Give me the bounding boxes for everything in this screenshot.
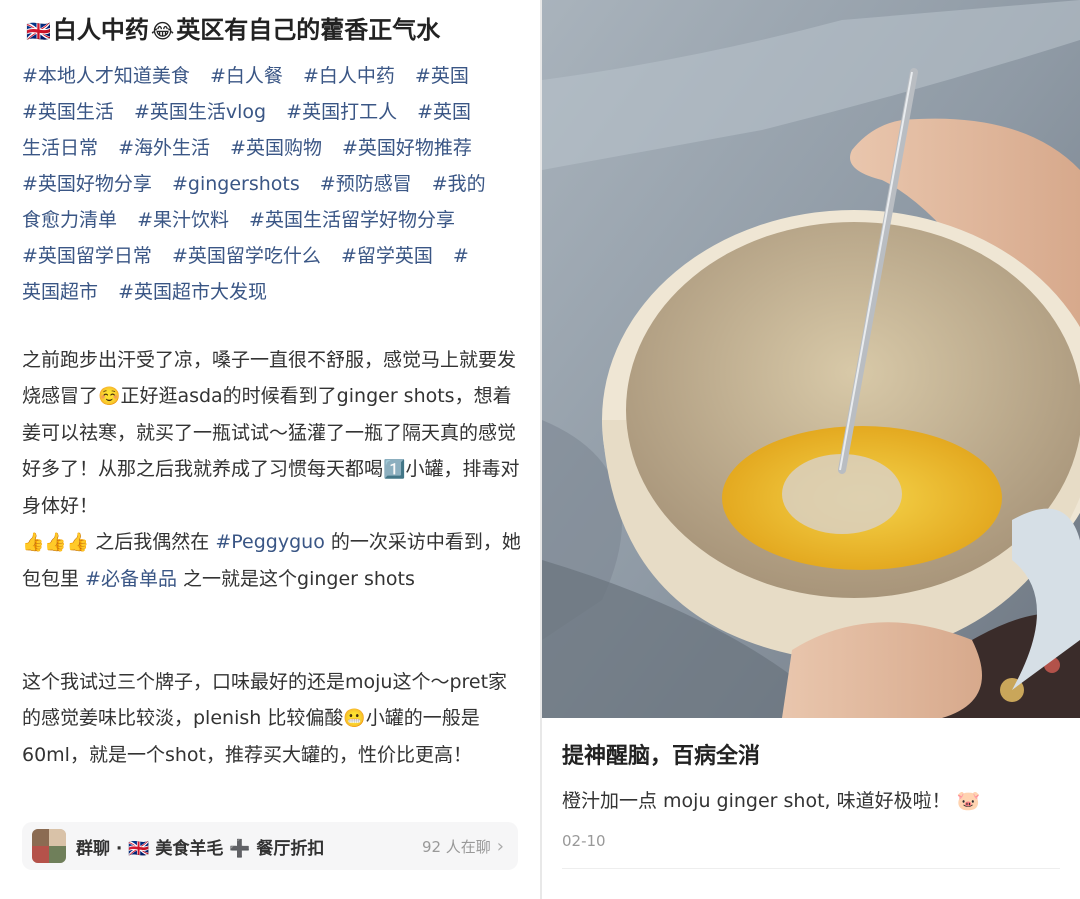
paragraph-text: 之一就是这个ginger shots [176, 568, 415, 590]
post-paragraph-2: 这个我试过三个牌子，口味最好的还是moju这个～pret家的感觉姜味比较淡，pl… [22, 664, 522, 773]
hashtag[interactable]: #英国打工人 [286, 101, 397, 123]
mug-photo-illustration [542, 0, 1080, 718]
hashtag[interactable]: #英国生活留学好物分享 [249, 209, 455, 231]
hashtag[interactable]: #白人餐 [210, 65, 283, 87]
title-text-1: 白人中药 [52, 16, 149, 44]
post-paragraph-1: 之前跑步出汗受了凉，嗓子一直很不舒服，感觉马上就要发烧感冒了☺️正好逛asda的… [22, 342, 522, 597]
description-text: 橙汁加一点 moju ginger shot, 味道好极啦！ [562, 790, 951, 812]
hashtag-link[interactable]: #必备单品 [85, 568, 177, 590]
grimacing-emoji-icon: 😬 [343, 708, 366, 729]
hashtag[interactable]: # [453, 245, 469, 267]
group-avatar [32, 829, 66, 863]
blushing-emoji-icon: ☺️ [98, 386, 121, 407]
group-chat-label: 群聊 · 🇬🇧 美食羊毛 ➕ 餐厅折扣 [76, 838, 325, 859]
hashtag[interactable]: 生活日常 [22, 137, 98, 159]
hashtag[interactable]: #果汁饮料 [137, 209, 229, 231]
paragraph-text: 之后我偶然在 [89, 531, 216, 553]
laughing-emoji-icon: 😂 [150, 19, 175, 43]
hashtag[interactable]: #留学英国 [341, 245, 433, 267]
hashtag[interactable]: #英国 [417, 101, 471, 123]
hashtag[interactable]: #英国留学吃什么 [172, 245, 321, 267]
hashtag[interactable]: #我的 [432, 173, 486, 195]
hashtag[interactable]: #海外生活 [118, 137, 210, 159]
hashtag[interactable]: #英国 [415, 65, 469, 87]
hashtag[interactable]: #本地人才知道美食 [22, 65, 190, 87]
mention-link[interactable]: #Peggyguo [215, 531, 324, 553]
hashtag[interactable]: #英国留学日常 [22, 245, 152, 267]
title-text-2: 英区有自己的藿香正气水 [176, 16, 441, 44]
pig-emoji-icon: 🐷 [956, 790, 981, 812]
post-description: 橙汁加一点 moju ginger shot, 味道好极啦！ 🐷 [562, 786, 980, 813]
group-chat-count: 92 人在聊 [421, 837, 491, 856]
thumbs-up-emoji-icon: 👍👍👍 [22, 532, 90, 553]
post-photo[interactable] [542, 0, 1080, 718]
uk-flag-icon: 🇬🇧 [26, 19, 51, 43]
hashtag[interactable]: #英国好物推荐 [342, 137, 472, 159]
hashtag[interactable]: #英国生活 [22, 101, 114, 123]
keycap-one-emoji-icon: 1️⃣ [383, 459, 406, 480]
hashtag[interactable]: 食愈力清单 [22, 209, 117, 231]
post-date: 02-10 [562, 832, 606, 850]
chevron-right-icon: › [496, 835, 504, 857]
post-title: 提神醒脑，百病全消 [562, 744, 761, 769]
hashtag[interactable]: #英国购物 [230, 137, 322, 159]
hashtag[interactable]: 英国超市 [22, 281, 98, 303]
right-post-panel: 提神醒脑，百病全消 橙汁加一点 moju ginger shot, 味道好极啦！… [542, 0, 1080, 899]
left-post-panel: 🇬🇧白人中药 😂英区有自己的藿香正气水 #本地人才知道美食 #白人餐 #白人中药 … [0, 0, 540, 899]
hashtag[interactable]: #英国好物分享 [22, 173, 152, 195]
hashtag[interactable]: #预防感冒 [320, 173, 412, 195]
hashtag-list: #本地人才知道美食 #白人餐 #白人中药 #英国 #英国生活 #英国生活vlog… [22, 58, 522, 310]
post-title: 🇬🇧白人中药 😂英区有自己的藿香正气水 [24, 14, 524, 46]
divider-line [562, 868, 1060, 869]
hashtag[interactable]: #英国生活vlog [134, 101, 266, 123]
hashtag[interactable]: #gingershots [172, 173, 300, 195]
hashtag[interactable]: #英国超市大发现 [118, 281, 267, 303]
hashtag[interactable]: #白人中药 [303, 65, 395, 87]
group-chat-banner[interactable]: 群聊 · 🇬🇧 美食羊毛 ➕ 餐厅折扣 92 人在聊 › [22, 822, 518, 870]
